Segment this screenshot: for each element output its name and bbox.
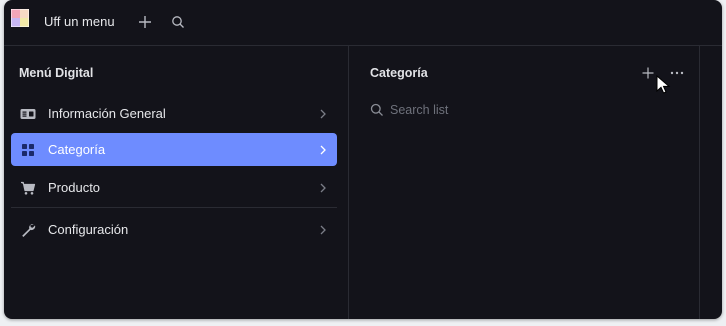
pane-title: Menú Digital (19, 66, 94, 80)
cart-icon (21, 181, 36, 195)
sidebar-item-label: Información General (48, 106, 166, 121)
app-window: Uff un menu Menú Digital Información Gen… (4, 0, 722, 319)
sidebar-item-configuracion[interactable]: Configuración (11, 213, 337, 246)
sidebar-item-informacion-general[interactable]: Información General (11, 97, 337, 130)
info-card-icon (20, 109, 36, 119)
chevron-right-icon (320, 145, 326, 155)
search-list (369, 101, 569, 119)
chevron-right-icon (320, 225, 326, 235)
wrench-icon (22, 224, 36, 237)
grid-icon (22, 144, 34, 156)
plus-icon[interactable] (136, 13, 154, 31)
pane-title: Categoría (370, 66, 428, 80)
sidebar-item-label: Categoría (48, 142, 106, 157)
sidebar-item-label: Configuración (48, 222, 129, 237)
sidebar-item-categoria[interactable]: Categoría (11, 133, 337, 166)
search-icon[interactable] (169, 13, 187, 31)
search-icon (370, 103, 383, 116)
app-logo-icon[interactable] (11, 9, 29, 27)
search-input[interactable] (390, 101, 560, 119)
sidebar-item-label: Producto (48, 180, 101, 195)
app-title: Uff un menu (44, 14, 115, 29)
sidebar-item-producto[interactable]: Producto (11, 171, 337, 204)
structure-pane: Menú Digital Información General Categor… (4, 46, 349, 319)
top-bar: Uff un menu (4, 0, 722, 46)
mouse-cursor-icon (656, 75, 671, 94)
document-list-pane: Categoría (349, 46, 700, 319)
chevron-right-icon (320, 109, 326, 119)
divider (11, 207, 337, 208)
chevron-right-icon (320, 183, 326, 193)
